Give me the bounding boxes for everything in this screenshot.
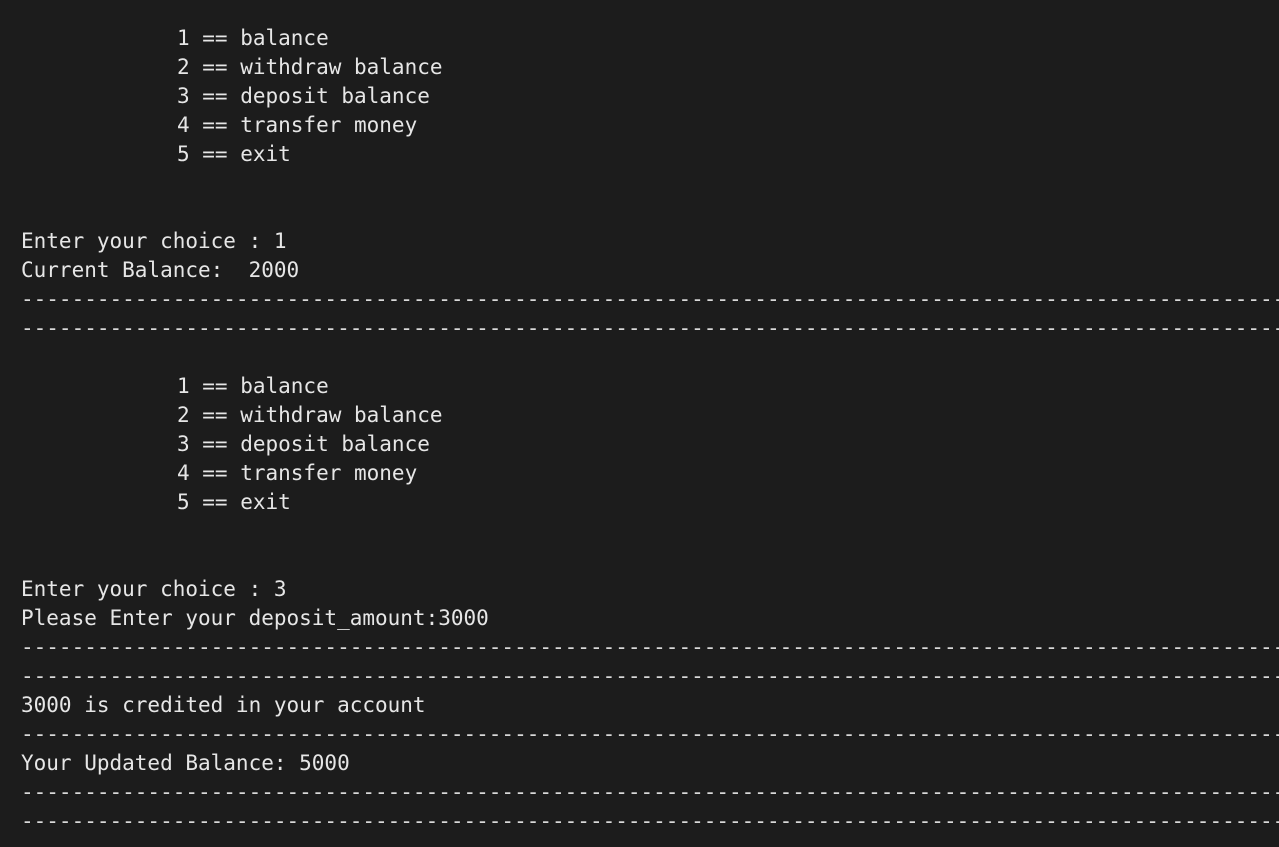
- menu-option-line: 2 == withdraw balance: [177, 403, 443, 427]
- output-line: Current Balance: 2000: [21, 258, 300, 282]
- menu-option-line: 4 == transfer money: [177, 113, 418, 137]
- output-line: Your Updated Balance: 5000: [21, 751, 350, 775]
- separator-line: ----------------------------------------…: [21, 635, 1279, 659]
- separator-line: ----------------------------------------…: [21, 287, 1279, 311]
- separator-line: ----------------------------------------…: [21, 780, 1279, 804]
- output-line: Enter your choice : 1: [21, 229, 287, 253]
- menu-option-line: 3 == deposit balance: [177, 432, 430, 456]
- separator-line: ----------------------------------------…: [21, 664, 1279, 688]
- menu-option-line: 5 == exit: [177, 490, 291, 514]
- output-line: Enter your choice : 3: [21, 577, 287, 601]
- separator-line: ----------------------------------------…: [21, 316, 1279, 340]
- output-line: 3000 is credited in your account: [21, 693, 426, 717]
- menu-option-line: 2 == withdraw balance: [177, 55, 443, 79]
- menu-option-line: 5 == exit: [177, 142, 291, 166]
- menu-option-line: 3 == deposit balance: [177, 84, 430, 108]
- separator-line: ----------------------------------------…: [21, 722, 1279, 746]
- separator-line: ----------------------------------------…: [21, 809, 1279, 833]
- terminal-output[interactable]: 1 == balance 2 == withdraw balance 3 == de…: [0, 0, 1279, 847]
- menu-option-line: 1 == balance: [177, 26, 329, 50]
- output-line: Please Enter your deposit_amount:3000: [21, 606, 489, 630]
- menu-option-line: 1 == balance: [177, 374, 329, 398]
- menu-option-line: 4 == transfer money: [177, 461, 418, 485]
